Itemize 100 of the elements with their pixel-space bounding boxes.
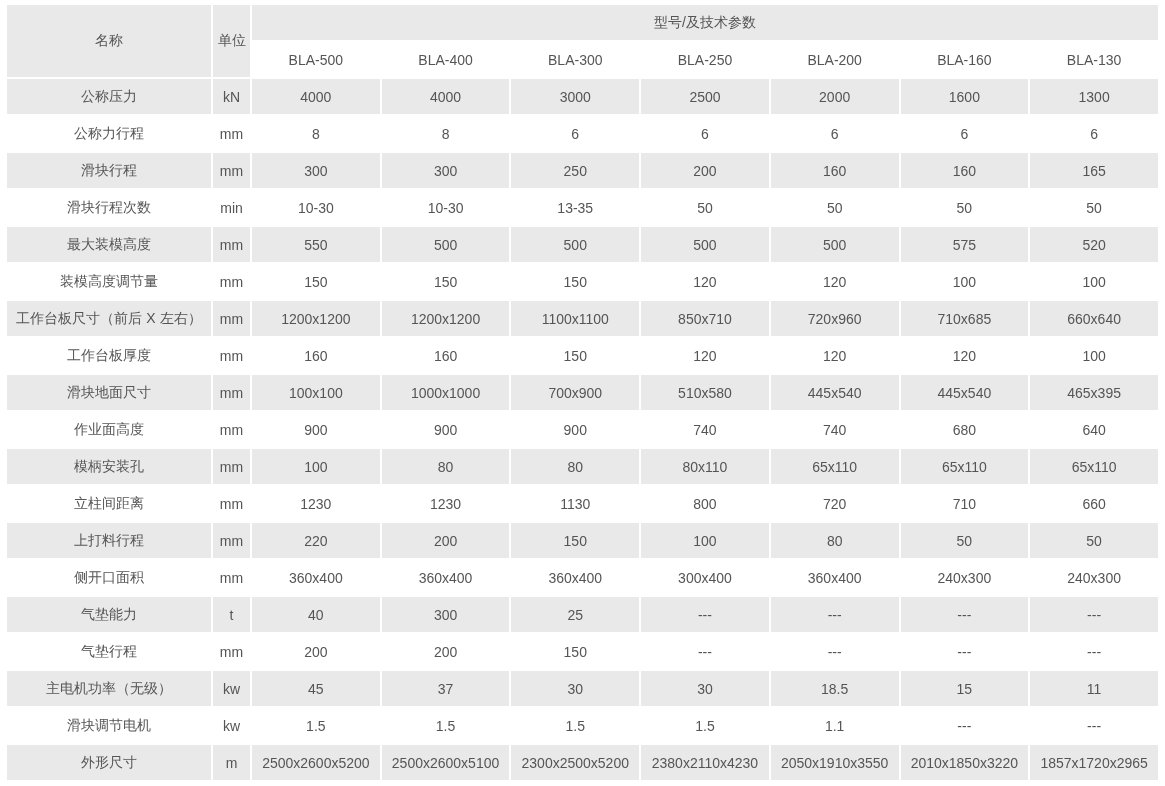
table-cell-text: 滑块行程次数 [66, 197, 152, 217]
table-cell: 220 [252, 523, 380, 558]
table-cell: mm [213, 301, 250, 336]
table-cell-text: --- [956, 716, 973, 736]
table-cell-text: mm [218, 420, 245, 440]
table-cell: 40 [252, 597, 380, 632]
table-cell: 65x110 [1030, 449, 1158, 484]
table-cell: --- [641, 597, 769, 632]
table-cell-text: 1230 [299, 494, 333, 514]
table-cell: kN [213, 79, 250, 114]
table-cell: 200 [641, 153, 769, 188]
table-cell-text: 1.5 [564, 716, 586, 736]
table-cell-text: --- [826, 642, 843, 662]
table-cell-text: 200 [303, 642, 329, 662]
table-cell: 80 [381, 449, 510, 484]
table-cell-text: 360x400 [288, 568, 344, 588]
table-cell-text: 1.5 [305, 716, 327, 736]
table-cell: 1857x1720x2965 [1030, 745, 1158, 780]
table-cell-text: 50 [955, 198, 974, 218]
table-cell-text: min [219, 198, 244, 218]
table-cell-text: --- [1086, 642, 1103, 662]
table-cell-text: 50 [696, 198, 714, 218]
table-cell: 500 [511, 227, 640, 262]
table-cell: 上打料行程 [7, 523, 211, 558]
table-cell: 3000 [511, 79, 640, 114]
table-cell: 11 [1030, 671, 1158, 706]
table-cell-text: 1.5 [694, 716, 716, 736]
header-cell: 型号/及技术参数 [252, 5, 1158, 40]
table-cell-text: 装模高度调节量 [59, 271, 159, 291]
table-cell-text: 6 [1089, 124, 1099, 144]
table-cell-text: 50 [825, 198, 844, 218]
header-cell: 单位 [213, 5, 250, 77]
table-cell-text: 6 [959, 124, 970, 144]
table-cell-text: 640 [1081, 420, 1107, 440]
table-cell: mm [213, 153, 250, 188]
table-cell-text: 6 [570, 124, 581, 144]
table-cell: 1300 [1030, 79, 1158, 114]
table-cell: 模柄安装孔 [7, 449, 211, 484]
table-cell: 700x900 [511, 375, 640, 410]
table-cell-text: 150 [432, 272, 459, 292]
table-cell: m [213, 745, 250, 780]
table-cell: 150 [511, 523, 640, 558]
table-cell: 160 [770, 153, 899, 188]
table-cell: 50 [900, 523, 1029, 558]
table-cell: 550 [252, 227, 380, 262]
table-cell-text: mm [218, 568, 245, 588]
table-cell-text: 1.5 [434, 716, 457, 736]
table-cell-text: 50 [1085, 198, 1103, 218]
table-cell-text: 立柱间距离 [73, 493, 145, 513]
table-cell-text: 8 [310, 124, 321, 144]
table-cell-text: mm [218, 272, 245, 292]
table-cell: 100 [641, 523, 769, 558]
table-cell-text: 710 [951, 494, 978, 514]
table-cell: 2300x2500x5200 [511, 745, 640, 780]
table-cell: mm [213, 227, 250, 262]
table-cell: mm [213, 523, 250, 558]
table-cell: 2380x2110x4230 [641, 745, 769, 780]
table-cell: 2500 [641, 79, 769, 114]
table-cell: 2000 [770, 79, 899, 114]
table-cell: 500 [641, 227, 769, 262]
table-cell: 4000 [381, 79, 510, 114]
table-cell: 2500x2600x5200 [252, 745, 380, 780]
table-cell-text: kw [221, 716, 242, 736]
table-cell-text: 100 [1081, 272, 1107, 292]
table-cell-text: 900 [562, 420, 588, 440]
table-cell-text: 160 [303, 346, 329, 366]
table-cell: 100x100 [252, 375, 380, 410]
table-cell-text: 150 [303, 272, 329, 292]
table-cell-text: 100 [1081, 346, 1107, 366]
table-cell: 160 [900, 153, 1029, 188]
table-cell-text: 120 [822, 346, 848, 366]
table-cell-text: 660 [1081, 494, 1107, 514]
table-cell-text: 1130 [559, 494, 592, 514]
table-cell-text: mm [218, 124, 245, 144]
table-cell-text: 360x400 [417, 568, 474, 588]
table-cell: 510x580 [641, 375, 769, 410]
table-cell-text: 8 [440, 124, 451, 144]
table-cell: 300 [252, 153, 380, 188]
table-cell-text: 6 [829, 124, 840, 144]
table-cell: 300 [381, 597, 510, 632]
table-cell: 25 [511, 597, 640, 632]
table-cell: 660x640 [1030, 301, 1158, 336]
table-cell: 15 [900, 671, 1029, 706]
table-cell-text: 10-30 [296, 198, 335, 218]
table-cell: kw [213, 671, 250, 706]
table-cell-text: 1230 [428, 494, 463, 514]
table-cell-text: 滑块调节电机 [66, 715, 152, 735]
table-cell-text: 360x400 [806, 568, 863, 588]
table-cell-text: 740 [692, 420, 718, 440]
table-cell-text: 740 [822, 420, 848, 440]
table-cell-text: 13-35 [556, 198, 595, 218]
table-cell: 445x540 [770, 375, 899, 410]
table-cell-text: 公称力行程 [73, 123, 145, 143]
table-cell: 850x710 [641, 301, 769, 336]
table-cell-text: 10-30 [426, 198, 465, 218]
table-cell: 100 [252, 449, 380, 484]
table-cell-text: 900 [303, 420, 329, 440]
table-cell-text: --- [696, 642, 713, 662]
header-cell: 名称 [7, 5, 211, 77]
table-cell-text: --- [956, 642, 973, 662]
